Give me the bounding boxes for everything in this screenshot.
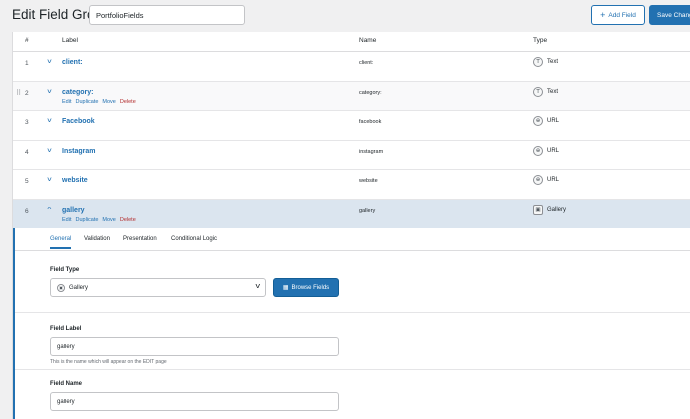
field-type: ⊕ URL: [533, 175, 559, 185]
col-header-num: #: [25, 37, 29, 44]
field-label-link[interactable]: website: [62, 177, 88, 184]
field-type-label: URL: [547, 177, 560, 183]
field-name: website: [359, 178, 378, 184]
chevron-down-icon[interactable]: v: [47, 177, 51, 183]
field-type-selected: Gallery: [69, 284, 89, 291]
plus-icon: +: [600, 9, 606, 20]
chevron-down-icon[interactable]: v: [47, 148, 51, 154]
chevron-down-icon[interactable]: v: [47, 118, 51, 124]
tab-conditional-logic[interactable]: Conditional Logic: [171, 236, 217, 247]
chevron-up-icon[interactable]: ^: [47, 207, 51, 213]
fields-table: # Label Name Type 1 v client: client: T …: [12, 32, 690, 419]
field-group-title-input[interactable]: [89, 5, 245, 25]
move-link[interactable]: Move: [102, 99, 115, 105]
chevron-down-icon[interactable]: v: [47, 89, 51, 95]
text-type-icon: T: [533, 57, 543, 67]
col-header-type: Type: [533, 37, 548, 44]
field-name: category:: [359, 89, 382, 96]
col-header-name: Name: [359, 37, 377, 44]
chevron-down-icon[interactable]: v: [47, 59, 51, 65]
tab-validation[interactable]: Validation: [84, 236, 110, 247]
row-number: 1: [25, 60, 29, 67]
duplicate-link[interactable]: Duplicate: [75, 99, 98, 105]
field-label-link[interactable]: Instagram: [62, 148, 95, 155]
col-header-label: Label: [62, 37, 78, 44]
field-label-link[interactable]: Facebook: [62, 118, 95, 125]
save-changes-button[interactable]: Save Changes: [649, 5, 690, 25]
field-label-heading: Field Label: [50, 326, 82, 332]
edit-link[interactable]: Edit: [62, 99, 71, 105]
field-name-heading: Field Name: [50, 381, 83, 387]
table-row[interactable]: ⠿ 2 v category: Edit Duplicate Move Dele…: [13, 81, 690, 111]
tab-general[interactable]: General: [50, 236, 72, 249]
row-actions: Edit Duplicate Move Delete: [62, 217, 136, 223]
field-type: ⊕ URL: [533, 145, 560, 156]
row-number: 3: [25, 119, 29, 126]
field-name: client:: [359, 60, 374, 66]
field-label-link[interactable]: category:: [62, 89, 94, 96]
table-header: # Label Name Type: [13, 32, 690, 52]
settings-tabs: General Validation Presentation Conditio…: [15, 228, 690, 251]
tab-presentation[interactable]: Presentation: [123, 236, 157, 247]
field-name-input[interactable]: [50, 392, 339, 411]
field-label-link[interactable]: gallery: [62, 207, 85, 214]
delete-link[interactable]: Delete: [120, 217, 136, 223]
globe-icon: ⊕: [533, 116, 543, 126]
field-type-label: Text: [547, 88, 559, 95]
grid-icon: ▦: [282, 284, 289, 291]
delete-link[interactable]: Delete: [120, 99, 136, 105]
row-number: 5: [25, 178, 29, 185]
field-name: instagram: [359, 148, 384, 155]
page-header: Edit Field Group + Add Field Save Change…: [0, 0, 690, 32]
browse-fields-label: Browse Fields: [291, 284, 330, 291]
table-row[interactable]: 4 v Instagram instagram ⊕ URL: [13, 140, 690, 170]
field-type-label: Gallery: [547, 206, 567, 213]
field-type: ▣ Gallery: [533, 204, 567, 215]
field-settings-panel: General Validation Presentation Conditio…: [13, 228, 690, 419]
globe-icon: ⊕: [533, 145, 543, 156]
field-label-help: This is the name which will appear on th…: [50, 359, 167, 365]
field-type-label: URL: [547, 147, 560, 154]
row-number: 6: [25, 207, 29, 215]
field-type: T Text: [533, 57, 558, 67]
field-name: gallery: [359, 207, 376, 214]
table-row[interactable]: 3 v Facebook facebook ⊕ URL: [13, 111, 690, 141]
field-type: ⊕ URL: [533, 116, 559, 126]
chevron-down-icon: v: [254, 283, 260, 290]
field-type-label: URL: [547, 118, 560, 124]
text-type-icon: T: [533, 86, 543, 97]
field-label-link[interactable]: client:: [62, 59, 83, 66]
move-link[interactable]: Move: [102, 217, 115, 223]
globe-icon: ⊕: [533, 175, 543, 185]
drag-handle-icon[interactable]: ⠿: [16, 89, 21, 97]
field-type-heading: Field Type: [50, 267, 80, 273]
edit-link[interactable]: Edit: [62, 217, 71, 223]
table-row[interactable]: 1 v client: client: T Text: [13, 52, 690, 82]
table-row-active[interactable]: 6 ^ gallery Edit Duplicate Move Delete g…: [13, 199, 690, 229]
add-field-label: Add Field: [608, 11, 636, 19]
add-field-button[interactable]: + Add Field: [591, 5, 645, 25]
gallery-icon: ▣: [57, 283, 65, 292]
field-name: facebook: [359, 119, 382, 125]
field-type-label: Text: [547, 59, 559, 65]
row-actions: Edit Duplicate Move Delete: [62, 99, 136, 105]
gallery-icon: ▣: [533, 204, 543, 215]
browse-fields-button[interactable]: ▦ Browse Fields: [273, 278, 339, 297]
field-type-select[interactable]: ▣ Gallery v: [50, 278, 266, 297]
duplicate-link[interactable]: Duplicate: [75, 217, 98, 223]
row-number: 2: [25, 89, 29, 97]
field-type: T Text: [533, 86, 559, 97]
row-number: 4: [25, 148, 29, 156]
field-type-setting: Field Type ▣ Gallery v ▦ Browse Fields: [15, 251, 690, 313]
field-label-input[interactable]: [50, 337, 339, 356]
field-label-setting: Field Label This is the name which will …: [15, 313, 690, 370]
table-row[interactable]: 5 v website website ⊕ URL: [13, 170, 690, 200]
field-name-setting: Field Name: [15, 370, 690, 419]
